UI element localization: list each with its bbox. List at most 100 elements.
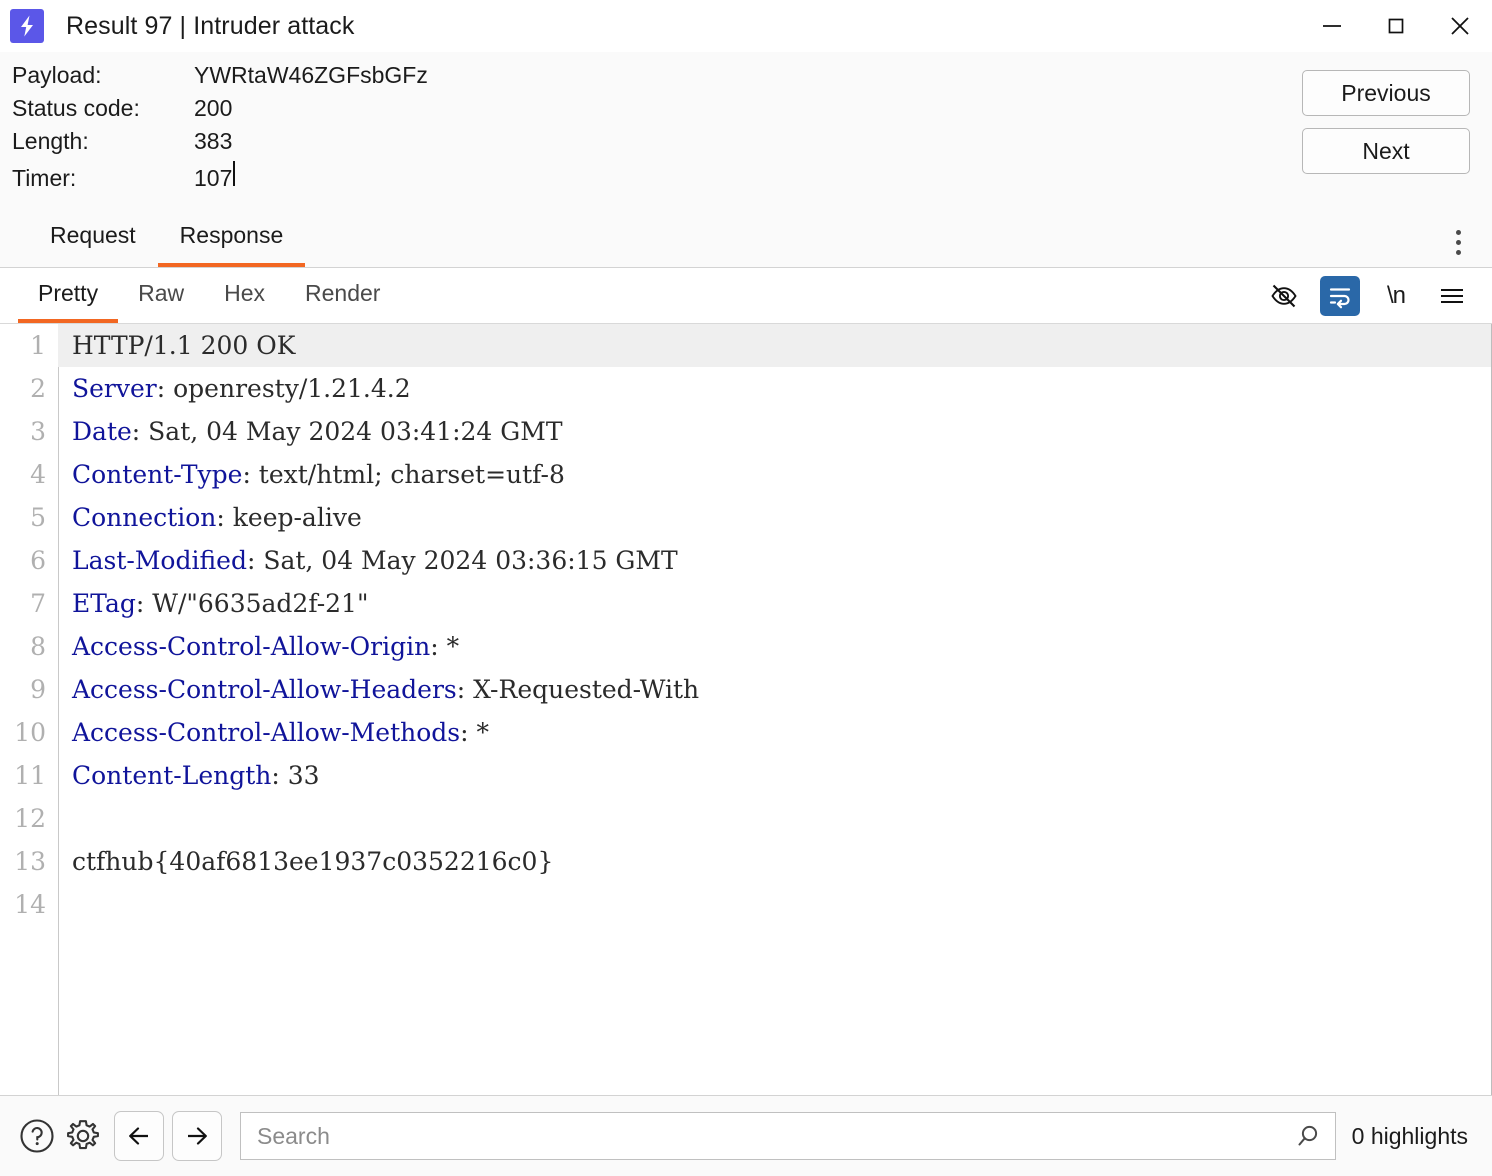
intruder-attack-result-window: Result 97 | Intruder attack Payload: YWR… bbox=[0, 0, 1492, 1176]
line-number: 7 bbox=[30, 589, 46, 618]
header-name: Last-Modified bbox=[72, 546, 247, 575]
minimize-icon[interactable] bbox=[1300, 0, 1364, 52]
header-value: : openresty/1.21.4.2 bbox=[156, 374, 411, 403]
maximize-icon[interactable] bbox=[1364, 0, 1428, 52]
line-number: 9 bbox=[30, 675, 46, 704]
line-number: 12 bbox=[14, 804, 46, 833]
info-row-payload: Payload: YWRtaW46ZGFsbGFz bbox=[12, 62, 1492, 95]
editor-line: 10 Access-Control-Allow-Methods: * bbox=[0, 711, 1491, 754]
line-text: Date: Sat, 04 May 2024 03:41:24 GMT bbox=[58, 410, 563, 453]
message-tab-bar: Request Response bbox=[0, 214, 1492, 268]
tab-pretty[interactable]: Pretty bbox=[18, 268, 119, 323]
editor-line: 3 Date: Sat, 04 May 2024 03:41:24 GMT bbox=[0, 410, 1491, 453]
newline-icon-label: \n bbox=[1386, 282, 1406, 309]
header-name: Access-Control-Allow-Origin bbox=[72, 632, 431, 661]
response-editor[interactable]: 1 HTTP/1.1 200 OK 2 Server: openresty/1.21.… bbox=[0, 324, 1492, 1106]
lightning-bolt-icon bbox=[10, 9, 44, 43]
length-label: Length: bbox=[12, 128, 89, 154]
header-name: Connection bbox=[72, 503, 217, 532]
bottom-toolbar: 0 highlights bbox=[0, 1095, 1492, 1176]
line-number: 4 bbox=[30, 460, 46, 489]
header-name: Content-Length bbox=[72, 761, 272, 790]
forward-button[interactable] bbox=[172, 1111, 222, 1161]
editor-line: 9 Access-Control-Allow-Headers: X-Request… bbox=[0, 668, 1491, 711]
line-number: 8 bbox=[30, 632, 46, 661]
header-value: : X-Requested-With bbox=[456, 675, 700, 704]
line-number: 10 bbox=[14, 718, 46, 747]
length-value: 383 bbox=[194, 128, 233, 154]
view-tab-bar: Pretty Raw Hex Render \n bbox=[0, 268, 1492, 324]
header-value: : Sat, 04 May 2024 03:41:24 GMT bbox=[131, 417, 563, 446]
tab-request[interactable]: Request bbox=[28, 214, 158, 267]
editor-line: 12 bbox=[0, 797, 1491, 840]
view-toolbar-icons: \n bbox=[1264, 276, 1472, 316]
tab-raw[interactable]: Raw bbox=[118, 268, 204, 323]
line-text: Content-Type: text/html; charset=utf-8 bbox=[58, 453, 565, 496]
line-text: Access-Control-Allow-Headers: X-Requeste… bbox=[58, 668, 699, 711]
eye-off-icon[interactable] bbox=[1264, 276, 1304, 316]
line-text: Access-Control-Allow-Methods: * bbox=[58, 711, 489, 754]
status-code-label: Status code: bbox=[12, 95, 140, 121]
back-button[interactable] bbox=[114, 1111, 164, 1161]
header-value: : keep-alive bbox=[216, 503, 362, 532]
line-number: 5 bbox=[30, 503, 46, 532]
line-number: 3 bbox=[30, 417, 46, 446]
header-value: ctfhub{40af6813ee1937c0352216c0} bbox=[72, 847, 554, 876]
payload-label: Payload: bbox=[12, 62, 102, 88]
window-title: Result 97 | Intruder attack bbox=[66, 11, 355, 40]
header-value: : * bbox=[430, 632, 460, 661]
editor-line: 11 Content-Length: 33 bbox=[0, 754, 1491, 797]
editor-line: 2 Server: openresty/1.21.4.2 bbox=[0, 367, 1491, 410]
line-text: ETag: W/"6635ad2f-21" bbox=[58, 582, 368, 625]
title-bar: Result 97 | Intruder attack bbox=[0, 0, 1492, 52]
search-box[interactable] bbox=[240, 1112, 1336, 1160]
previous-button[interactable]: Previous bbox=[1302, 70, 1470, 116]
help-circle-icon[interactable] bbox=[14, 1113, 60, 1159]
editor-line: 7 ETag: W/"6635ad2f-21" bbox=[0, 582, 1491, 625]
line-number: 6 bbox=[30, 546, 46, 575]
editor-line: 5 Connection: keep-alive bbox=[0, 496, 1491, 539]
close-icon[interactable] bbox=[1428, 0, 1492, 52]
tab-hex[interactable]: Hex bbox=[204, 268, 285, 323]
line-text: ctfhub{40af6813ee1937c0352216c0} bbox=[58, 840, 553, 883]
timer-label: Timer: bbox=[12, 165, 77, 191]
header-name: Server bbox=[72, 374, 157, 403]
highlights-count: 0 highlights bbox=[1351, 1122, 1468, 1149]
editor-line: 14 bbox=[0, 883, 1491, 926]
payload-value: YWRtaW46ZGFsbGFz bbox=[194, 62, 428, 88]
editor-line: 6 Last-Modified: Sat, 04 May 2024 03:36:1… bbox=[0, 539, 1491, 582]
line-text: Content-Length: 33 bbox=[58, 754, 320, 797]
word-wrap-icon[interactable] bbox=[1320, 276, 1360, 316]
line-number: 2 bbox=[30, 374, 46, 403]
header-name: Date bbox=[72, 417, 132, 446]
result-navigation: Previous Next bbox=[1302, 70, 1470, 174]
line-text: HTTP/1.1 200 OK bbox=[58, 324, 295, 367]
tab-response[interactable]: Response bbox=[157, 214, 306, 267]
editor-line: 1 HTTP/1.1 200 OK bbox=[0, 324, 1491, 367]
header-name: Content-Type bbox=[72, 460, 243, 489]
line-number: 13 bbox=[14, 847, 46, 876]
editor-line: 4 Content-Type: text/html; charset=utf-8 bbox=[0, 453, 1491, 496]
tab-render[interactable]: Render bbox=[285, 268, 400, 323]
header-name: Access-Control-Allow-Methods bbox=[72, 718, 461, 747]
kebab-menu-icon[interactable] bbox=[1440, 224, 1476, 260]
timer-value: 107 bbox=[194, 165, 233, 191]
header-value: : 33 bbox=[271, 761, 320, 790]
line-number: 11 bbox=[14, 761, 46, 790]
line-text: Last-Modified: Sat, 04 May 2024 03:36:15… bbox=[58, 539, 678, 582]
text-caret bbox=[233, 161, 236, 186]
gear-icon[interactable] bbox=[60, 1113, 106, 1159]
line-number: 14 bbox=[14, 890, 46, 919]
search-input[interactable] bbox=[241, 1113, 1281, 1159]
editor-line: 8 Access-Control-Allow-Origin: * bbox=[0, 625, 1491, 668]
line-text: Access-Control-Allow-Origin: * bbox=[58, 625, 459, 668]
result-info-panel: Payload: YWRtaW46ZGFsbGFz Status code: 2… bbox=[0, 52, 1492, 214]
newline-icon[interactable]: \n bbox=[1376, 276, 1416, 316]
header-value: : Sat, 04 May 2024 03:36:15 GMT bbox=[246, 546, 678, 575]
hamburger-menu-icon[interactable] bbox=[1432, 276, 1472, 316]
line-number: 1 bbox=[30, 331, 46, 360]
magnifier-icon[interactable] bbox=[1281, 1113, 1335, 1159]
header-name: Access-Control-Allow-Headers bbox=[72, 675, 457, 704]
next-button[interactable]: Next bbox=[1302, 128, 1470, 174]
line-text: Connection: keep-alive bbox=[58, 496, 362, 539]
